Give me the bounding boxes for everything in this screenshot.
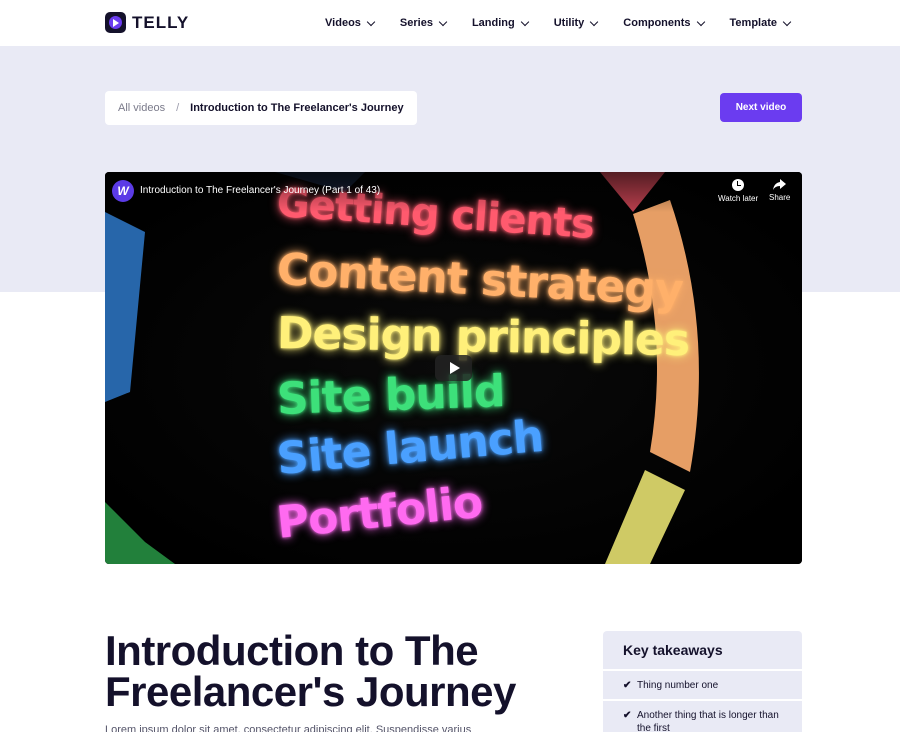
nav-landing[interactable]: Landing: [471, 17, 529, 29]
clock-icon: [732, 179, 745, 191]
check-icon: ✔: [623, 710, 632, 721]
watch-later-label: Watch later: [718, 194, 759, 203]
breadcrumb: All videos / Introduction to The Freelan…: [105, 91, 417, 125]
nav-utility[interactable]: Utility: [553, 17, 599, 29]
nav-label: Template: [729, 17, 777, 29]
takeaway-text: Another thing that is longer than the fi…: [637, 710, 779, 732]
breadcrumb-separator: /: [176, 102, 180, 114]
site-header: TELLY Videos Series Landing Utility Comp…: [0, 0, 900, 46]
next-video-button[interactable]: Next video: [720, 93, 802, 122]
chevron-down-icon: [366, 17, 376, 26]
nav-label: Videos: [325, 17, 361, 29]
nav-template[interactable]: Template: [729, 17, 792, 29]
nav-label: Series: [399, 17, 433, 29]
chevron-down-icon: [590, 17, 599, 26]
chevron-down-icon: [438, 17, 448, 26]
play-button[interactable]: [435, 355, 472, 381]
thumbnail-topic-content-strategy: Content strategy: [275, 244, 684, 317]
video-title[interactable]: Introduction to The Freelancer's Journey…: [140, 185, 380, 196]
logo-play-icon: [105, 12, 126, 33]
breadcrumb-all-videos-link[interactable]: All videos: [118, 102, 165, 114]
nav-series[interactable]: Series: [399, 17, 448, 29]
nav-videos[interactable]: Videos: [325, 17, 376, 29]
page-title: Introduction to The Freelancer's Journey: [105, 627, 516, 715]
share-arrow-icon: [773, 179, 787, 190]
share-button[interactable]: Share: [769, 179, 790, 202]
takeaway-item: ✔ Thing number one: [603, 671, 802, 701]
watch-later-button[interactable]: Watch later: [718, 179, 758, 203]
breadcrumb-current: Introduction to The Freelancer's Journey: [190, 102, 404, 114]
intro-text: Lorem ipsum dolor sit amet, consectetur …: [105, 724, 472, 732]
nav-label: Landing: [471, 17, 515, 29]
chevron-down-icon: [782, 17, 792, 26]
thumbnail-topic-design-principles: Design principles: [276, 308, 690, 367]
key-takeaways-heading: Key takeaways: [603, 631, 802, 671]
nav-components[interactable]: Components: [623, 17, 705, 29]
takeaway-item: ✔ Another thing that is longer than the …: [603, 701, 802, 732]
logo-text: TELLY: [132, 12, 190, 32]
thumbnail-topic-portfolio: Portfolio: [274, 476, 485, 549]
chevron-down-icon: [520, 17, 529, 26]
takeaway-text: Thing number one: [637, 680, 719, 691]
logo[interactable]: TELLY: [105, 12, 189, 33]
share-label: Share: [769, 193, 791, 202]
nav-label: Components: [623, 17, 691, 29]
channel-avatar[interactable]: W: [112, 180, 134, 202]
nav-label: Utility: [553, 17, 585, 29]
main-nav: Videos Series Landing Utility Components…: [325, 0, 792, 46]
play-icon: [449, 362, 460, 374]
check-icon: ✔: [623, 680, 632, 691]
video-player[interactable]: Getting clients Content strategy Design pr…: [105, 172, 802, 564]
key-takeaways-panel: Key takeaways ✔ Thing number one ✔ Anoth…: [603, 631, 802, 732]
chevron-down-icon: [696, 17, 705, 26]
